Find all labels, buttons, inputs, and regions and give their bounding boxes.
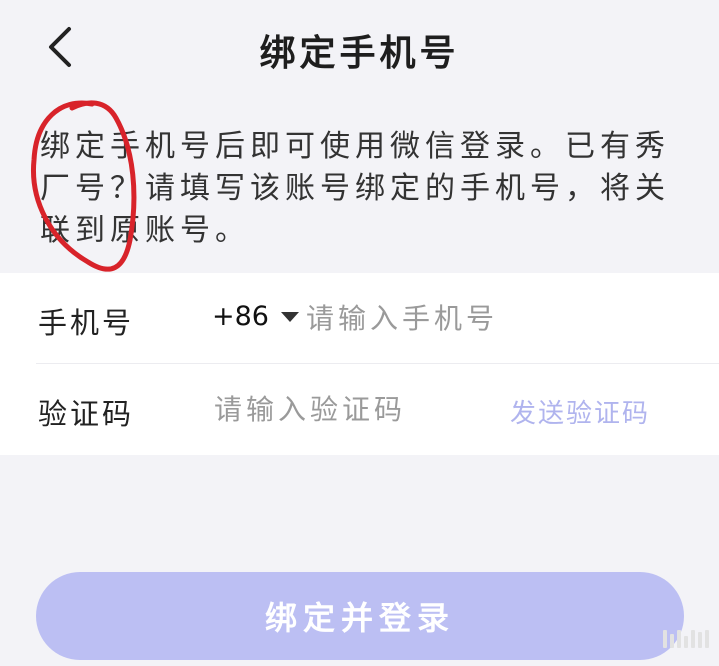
- code-label: 验证码: [38, 397, 135, 431]
- header-bar: 绑定手机号: [0, 0, 719, 96]
- page-title: 绑定手机号: [259, 33, 460, 74]
- phone-row: 手机号 +86: [0, 273, 719, 364]
- send-code-button[interactable]: 发送验证码: [510, 393, 650, 430]
- phone-input[interactable]: [306, 295, 686, 341]
- phone-label: 手机号: [38, 306, 135, 340]
- verification-code-input[interactable]: [214, 386, 494, 432]
- description-text: 绑定手机号后即可使用微信登录。已有秀厂号？请填写该账号绑定的手机号，将关联到原账…: [40, 129, 670, 248]
- caret-down-icon: [280, 311, 299, 322]
- country-code-selector[interactable]: +86: [212, 301, 299, 332]
- code-row: 验证码 发送验证码: [0, 364, 719, 455]
- bind-form: 手机号 +86 验证码 发送验证码: [0, 273, 719, 455]
- bind-and-login-button[interactable]: 绑定并登录: [36, 572, 684, 660]
- country-code-value: +86: [212, 301, 269, 332]
